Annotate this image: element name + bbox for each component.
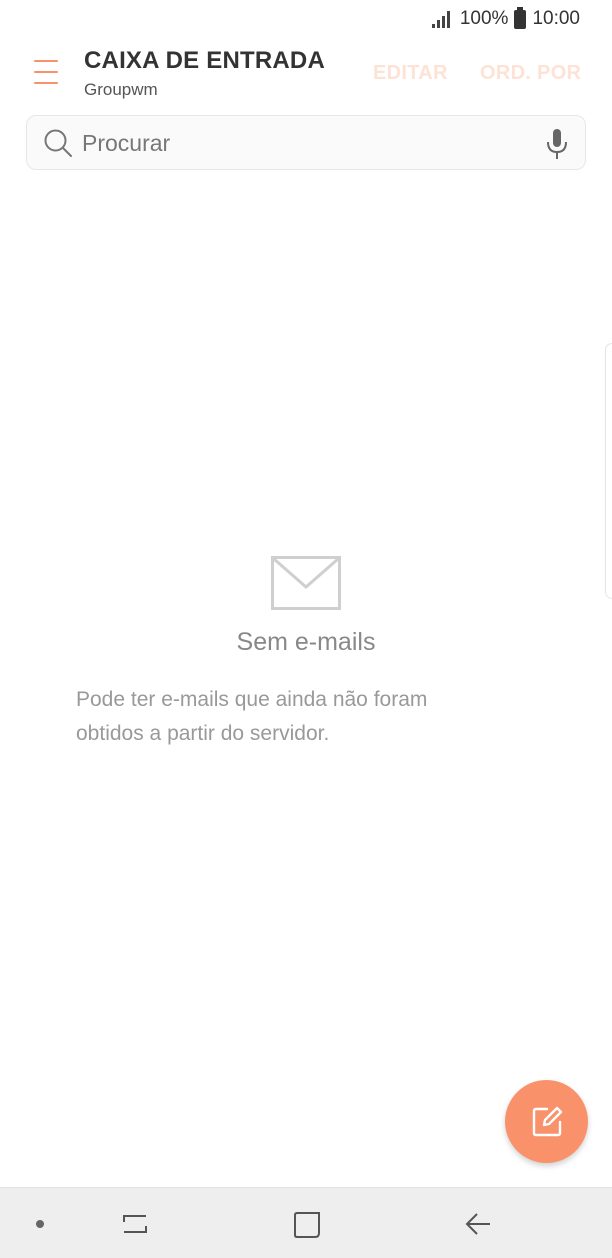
search-bar[interactable] (26, 115, 586, 170)
hamburger-menu-icon[interactable] (34, 60, 58, 84)
nav-bar-dot-icon[interactable] (36, 1220, 44, 1228)
sort-button[interactable]: ORD. POR (480, 62, 581, 85)
compose-icon (532, 1106, 562, 1136)
status-time: 10:00 (532, 8, 580, 29)
signal-icon (431, 10, 454, 28)
compose-button[interactable] (505, 1080, 588, 1163)
recent-apps-icon[interactable] (120, 1210, 150, 1238)
email-inbox-screen: 100% 10:00 CAIXA DE ENTRADA Groupwm EDIT… (0, 0, 612, 1258)
empty-state-title: Sem e-mails (236, 628, 376, 656)
status-bar: 100% 10:00 (0, 0, 612, 38)
navigation-bar (0, 1187, 612, 1258)
battery-icon (514, 6, 527, 29)
search-input[interactable] (82, 124, 532, 162)
edit-button[interactable]: EDITAR (373, 62, 448, 85)
app-header: CAIXA DE ENTRADA Groupwm EDITAR ORD. POR (0, 42, 612, 110)
search-icon (44, 129, 72, 157)
microphone-icon[interactable] (545, 128, 569, 160)
page-title: CAIXA DE ENTRADA (84, 47, 325, 74)
edge-panel-handle[interactable] (605, 343, 612, 599)
envelope-icon (271, 556, 341, 610)
home-icon[interactable] (292, 1210, 322, 1240)
battery-percentage: 100% (459, 8, 509, 29)
account-name: Groupwm (84, 80, 158, 99)
back-icon[interactable] (463, 1210, 493, 1238)
empty-state-message: Pode ter e-mails que ainda não foram obt… (76, 688, 428, 745)
